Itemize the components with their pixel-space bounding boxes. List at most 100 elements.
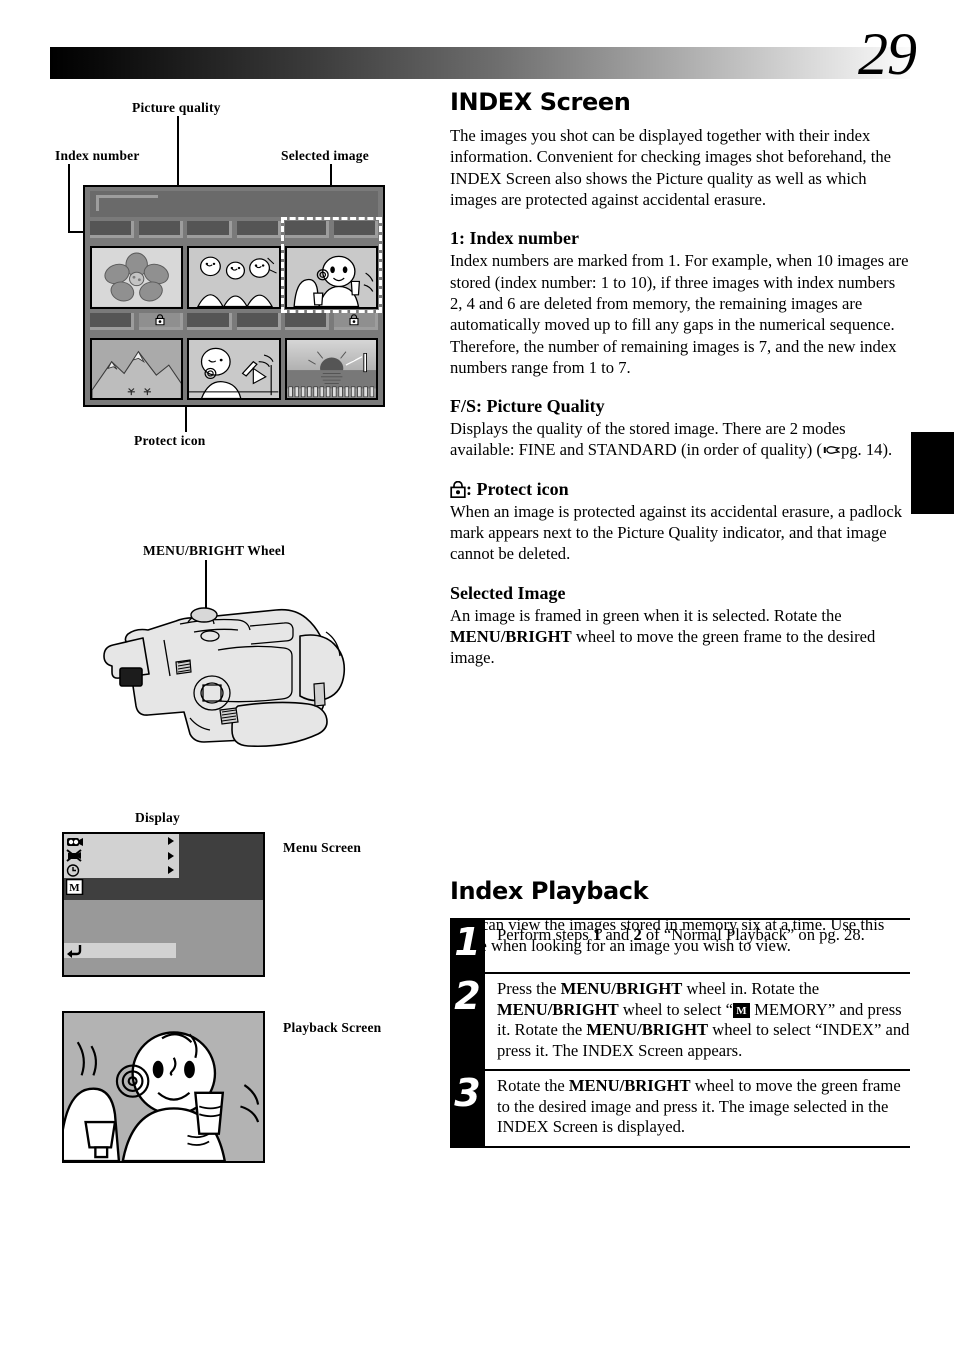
thumbnail-sunset-pier[interactable] [284, 337, 378, 400]
body-selected-image: An image is framed in green when it is s… [450, 605, 910, 669]
display-figure-title: Display [135, 810, 180, 825]
index-cell[interactable] [187, 221, 281, 309]
step2-b2: MENU/BRIGHT [497, 999, 619, 1019]
thumbnail-three-people[interactable] [187, 246, 281, 309]
index-cell[interactable] [284, 312, 378, 400]
index-cell-tags [187, 221, 281, 245]
leader-index-number-v [68, 164, 70, 232]
index-number-tag [90, 312, 135, 330]
thumbnail-mountain[interactable] [90, 337, 184, 400]
body-picture-quality: Displays the quality of the stored image… [450, 418, 910, 461]
menu-row-no-video[interactable] [64, 849, 179, 864]
step1-pre: Perform steps [497, 925, 593, 944]
index-playback-steps: 1 Perform steps 1 and 2 of “Normal Playb… [450, 918, 910, 1148]
thumbnail-woman-with-glass[interactable] [284, 246, 378, 309]
left-figure-column: Picture quality Index number Selected im… [0, 0, 450, 1355]
body-protect-icon: When an image is protected against its a… [450, 501, 902, 564]
page-number: 29 [858, 21, 917, 87]
menu-row-camcorder[interactable] [64, 834, 179, 849]
protect-icon [333, 312, 378, 330]
menu-row-clock[interactable] [64, 863, 179, 878]
heading-selected-image: Selected Image [450, 582, 566, 603]
picture-quality-tag [333, 221, 378, 238]
step2-b1: MENU/BRIGHT [560, 979, 683, 998]
protect-icon [139, 312, 184, 330]
step-text: Press the MENU/BRIGHT wheel in. Rotate t… [485, 974, 910, 1069]
index-number-tag [90, 221, 135, 238]
chevron-right-icon [168, 866, 174, 875]
thumbnail-woman-at-beach[interactable] [187, 337, 281, 400]
svg-text:M: M [69, 882, 80, 894]
step2-t3: wheel to select “ [618, 999, 733, 1019]
step1-b2: 2 [633, 925, 642, 944]
index-screen-title: INDEX Screen [450, 88, 631, 116]
step3-b1: MENU/BRIGHT [568, 1076, 691, 1096]
picture-quality-tag [236, 312, 281, 330]
callout-index-number: Index number [55, 148, 140, 163]
step-text: Perform steps 1 and 2 of “Normal Playbac… [485, 920, 910, 954]
menu-return-bar[interactable] [64, 943, 176, 958]
chevron-right-icon [168, 837, 174, 846]
step-text: Rotate the MENU/BRIGHT wheel to move the… [485, 1071, 910, 1146]
index-playback-title: Index Playback [450, 876, 649, 905]
picture-quality-tag [139, 221, 184, 238]
step2-t1: Press the [497, 979, 561, 998]
body-index-number: Index numbers are marked from 1. For exa… [450, 251, 909, 377]
step3-t1: Rotate the [497, 1076, 569, 1096]
step2-b3: MENU/BRIGHT [586, 1020, 709, 1040]
step2-t2: wheel in. Rotate the [682, 979, 820, 998]
thumbnail-flower[interactable] [90, 246, 184, 309]
index-cell-tags [284, 221, 378, 245]
callout-menu-bright-wheel: MENU/BRIGHT Wheel [143, 543, 286, 558]
step-item: 2 Press the MENU/BRIGHT wheel in. Rotate… [450, 972, 910, 1070]
heading-picture-quality: F/S: Picture Quality [450, 396, 605, 417]
index-thumbnail-grid [90, 217, 383, 400]
callout-picture-quality: Picture quality [132, 100, 221, 115]
index-cell[interactable] [90, 312, 184, 400]
heading-protect-icon: : Protect icon [450, 479, 910, 500]
index-cell-tags [187, 312, 281, 337]
index-number-tag [187, 312, 232, 330]
memory-icon: M [732, 1002, 750, 1018]
playback-screen-figure [62, 1011, 265, 1163]
index-cell[interactable] [90, 221, 184, 309]
step-number: 3 [450, 1071, 485, 1146]
step-item: 1 Perform steps 1 and 2 of “Normal Playb… [450, 918, 910, 972]
index-screen-intro: The images you shot can be displayed tog… [450, 126, 891, 209]
index-cell-tags [90, 312, 184, 337]
index-screen-title-bracket [96, 195, 158, 211]
no-video-icon [66, 849, 85, 863]
body-picture-quality-ref[interactable]: pg. 14 [841, 440, 882, 459]
menu-bright-bold: MENU/BRIGHT [450, 627, 572, 646]
return-arrow-icon [66, 943, 83, 958]
step1-b1: 1 [592, 925, 602, 944]
index-number-tag [284, 221, 329, 238]
index-cell-selected[interactable] [280, 217, 383, 313]
step-number: 2 [450, 974, 485, 1070]
step1-mid: and [601, 925, 634, 944]
clock-icon [66, 864, 85, 877]
step-item: 3 Rotate the MENU/BRIGHT wheel to move t… [450, 1069, 910, 1148]
menu-screen-figure: M [62, 832, 265, 977]
index-number-tag [187, 221, 232, 238]
callout-selected-image: Selected image [281, 148, 369, 163]
camcorder-icon [66, 835, 85, 848]
padlock-icon [450, 480, 466, 498]
menu-screen-list [64, 834, 179, 878]
chevron-right-icon [168, 851, 174, 860]
index-cell[interactable] [187, 312, 281, 400]
index-cell-tags [90, 221, 184, 245]
step1-post: of “Normal Playback” on pg. 28. [641, 925, 865, 944]
callout-protect-icon: Protect icon [134, 433, 206, 448]
index-number-tag [284, 312, 329, 330]
index-screen-figure [83, 185, 385, 407]
pointing-hand-icon [823, 444, 840, 456]
camcorder-illustration [90, 588, 380, 773]
heading-protect-icon-text: : Protect icon [466, 478, 569, 499]
menu-row-memory[interactable]: M [65, 878, 87, 896]
body-selected-image-pre: An image is framed in green when it is s… [450, 605, 842, 625]
body-picture-quality-pre: Displays the quality of the stored image… [450, 419, 846, 460]
picture-quality-tag [236, 221, 281, 238]
step-number: 1 [450, 920, 485, 972]
playback-screen-label: Playback Screen [283, 1020, 382, 1035]
